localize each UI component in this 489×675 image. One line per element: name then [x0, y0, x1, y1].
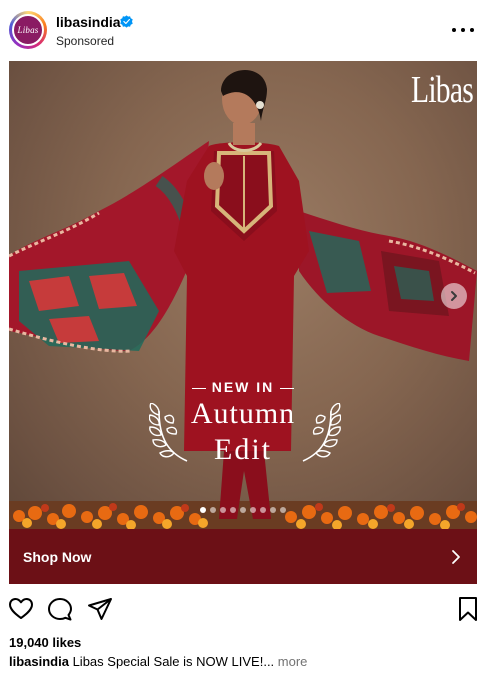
post-image[interactable]: Libas NEW IN Autumn Edit	[9, 61, 477, 529]
carousel-dot	[260, 507, 266, 513]
avatar[interactable]: Libas	[12, 14, 44, 46]
cta-label: Shop Now	[23, 548, 92, 565]
caption: libasindia Libas Special Sale is NOW LIV…	[9, 654, 479, 669]
post-header: Libas libasindia Sponsored	[0, 0, 489, 60]
bookmark-icon[interactable]	[455, 596, 481, 622]
carousel-dot	[240, 507, 246, 513]
carousel-dot	[200, 507, 206, 513]
carousel-dot	[220, 507, 226, 513]
headline-line2: Edit	[214, 433, 272, 466]
caption-username[interactable]: libasindia	[9, 654, 69, 669]
more-options-icon[interactable]	[452, 21, 474, 39]
shop-now-button[interactable]: Shop Now	[9, 529, 477, 584]
heart-icon[interactable]	[8, 596, 34, 622]
caption-more-link[interactable]: more	[274, 654, 308, 669]
sponsored-label: Sponsored	[56, 34, 115, 48]
likes-count[interactable]: 19,040 likes	[9, 635, 81, 650]
username-link[interactable]: libasindia	[56, 14, 121, 30]
caption-text: Libas Special Sale is NOW LIVE!...	[68, 654, 275, 669]
chevron-right-icon	[452, 549, 460, 564]
carousel-dot	[210, 507, 216, 513]
carousel-dot	[270, 507, 276, 513]
verified-badge-icon	[120, 15, 133, 28]
post-actions	[0, 596, 489, 622]
story-ring[interactable]: Libas	[9, 11, 47, 49]
comment-icon[interactable]	[47, 596, 73, 622]
carousel-dot	[250, 507, 256, 513]
share-icon[interactable]	[87, 596, 113, 622]
carousel-indicator	[9, 507, 477, 513]
brand-logo: Libas	[411, 69, 474, 111]
eyebrow-text: NEW IN	[9, 379, 477, 395]
eyebrow-label: NEW IN	[211, 379, 275, 395]
carousel-dot	[280, 507, 286, 513]
carousel-next-button[interactable]	[441, 283, 467, 309]
carousel-dot	[230, 507, 236, 513]
chevron-right-icon	[451, 291, 457, 301]
headline-line1: Autumn	[190, 397, 296, 430]
avatar-logo-text: Libas	[17, 25, 39, 35]
